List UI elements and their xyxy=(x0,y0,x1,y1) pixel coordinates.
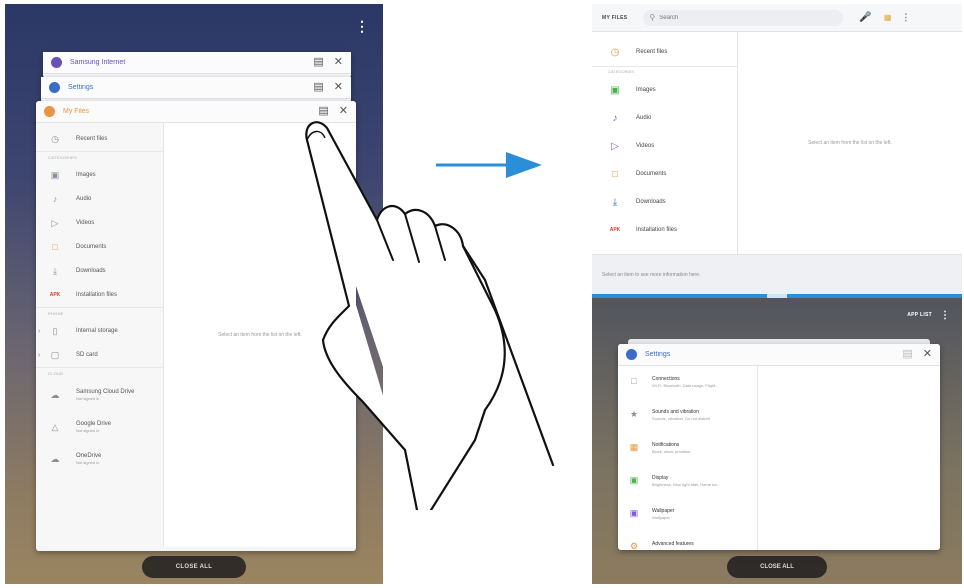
split-screen-view: MY FILES ⚲ 🎤 ▦ ⋮ ◷Recent files CATEGORIE… xyxy=(592,4,962,584)
sidebar-item-internal-storage[interactable]: › ▯ Internal storage xyxy=(36,319,163,343)
recent-card-settings[interactable]: Settings ▤ ✕ □ Connections Wi-Fi, Bluetoot… xyxy=(618,344,940,550)
sidebar-item-audio[interactable]: ♪ Audio xyxy=(592,104,737,132)
settings-item-display[interactable]: ▣ Display Brightness, Blue light filter, H… xyxy=(618,469,757,502)
files-detail-pane: Select an item from the list on the left… xyxy=(738,32,962,254)
search-field[interactable]: ⚲ xyxy=(643,9,844,26)
close-all-button[interactable]: CLOSE ALL xyxy=(727,556,827,578)
close-icon[interactable]: ✕ xyxy=(334,57,343,68)
music-note-icon: ♪ xyxy=(612,112,618,124)
settings-app-icon xyxy=(49,82,60,93)
app-list-button[interactable]: APP LIST xyxy=(907,312,932,318)
clock-icon: ◷ xyxy=(51,133,59,144)
app-name: My Files xyxy=(63,108,90,115)
my-files-app-icon xyxy=(44,106,55,117)
sidebar-item-downloads[interactable]: ⤓ Downloads xyxy=(592,188,737,216)
advanced-features-icon: ⚙ xyxy=(629,541,639,550)
transition-arrow-icon xyxy=(436,152,542,178)
close-all-button[interactable]: CLOSE ALL xyxy=(142,556,246,578)
download-icon: ⤓ xyxy=(612,196,618,208)
sd-card-icon: ▢ xyxy=(50,349,60,360)
image-icon: ▣ xyxy=(50,169,60,180)
settings-detail-pane xyxy=(758,366,940,550)
recent-card-samsung-internet[interactable]: Samsung Internet ▤ ✕ xyxy=(43,52,351,78)
close-icon[interactable]: ✕ xyxy=(334,82,343,93)
more-options-icon[interactable]: ⋮ xyxy=(355,18,369,35)
search-icon: ⚲ xyxy=(649,13,656,22)
apk-icon: APK xyxy=(609,227,621,233)
document-icon: □ xyxy=(52,242,58,252)
document-icon: □ xyxy=(611,168,619,180)
settings-list: □ Connections Wi-Fi, Bluetooth, Data usage… xyxy=(618,366,758,550)
grid-view-icon[interactable]: ▦ xyxy=(884,13,892,22)
sidebar-item-documents[interactable]: □ Documents xyxy=(36,235,163,259)
sidebar-item-recent[interactable]: ◷ Recent files xyxy=(592,38,737,66)
settings-app-icon xyxy=(626,349,637,360)
app-name: Settings xyxy=(68,84,94,91)
more-options-icon[interactable]: ⋮ xyxy=(940,310,950,321)
sidebar-item-samsung-cloud[interactable]: ☁ Samsung Cloud Drive Not signed in xyxy=(36,379,163,411)
download-icon: ⤓ xyxy=(53,265,57,276)
settings-item-wallpaper[interactable]: ▣ Wallpaper Wallpaper xyxy=(618,502,757,535)
section-label: CLOUD xyxy=(36,367,163,379)
split-screen-icon[interactable]: ▤ xyxy=(313,57,323,68)
sound-icon: ★ xyxy=(629,409,639,419)
settings-item-connections[interactable]: □ Connections Wi-Fi, Bluetooth, Data usage… xyxy=(618,370,757,403)
image-icon: ▣ xyxy=(610,84,620,96)
settings-item-notifications[interactable]: ▦ Notifications Block, allow, prioritise xyxy=(618,436,757,469)
settings-item-advanced[interactable]: ⚙ Advanced features xyxy=(618,535,757,550)
video-icon: ▷ xyxy=(611,140,619,152)
apk-icon: APK xyxy=(49,292,61,298)
info-hint: Select an item to see more information h… xyxy=(592,254,962,294)
sidebar-item-images[interactable]: ▣ Images xyxy=(36,163,163,187)
app-name: Settings xyxy=(645,351,671,358)
my-files-toolbar: MY FILES ⚲ 🎤 ▦ ⋮ xyxy=(592,4,962,32)
empty-message: Select an item from the list on the left… xyxy=(808,140,892,146)
settings-item-sounds[interactable]: ★ Sounds and vibration Sounds, vibration, … xyxy=(618,403,757,436)
cloud-icon: ☁ xyxy=(50,389,60,400)
samsung-internet-icon xyxy=(51,57,62,68)
page-title: MY FILES xyxy=(602,14,628,21)
my-files-window: MY FILES ⚲ 🎤 ▦ ⋮ ◷Recent files CATEGORIE… xyxy=(592,4,962,294)
notifications-icon: ▦ xyxy=(629,442,639,452)
sidebar-item-audio[interactable]: ♪ Audio xyxy=(36,187,163,211)
files-sidebar: ◷ Recent files CATEGORIES ▣ Images ♪ Audio … xyxy=(36,123,164,547)
search-input[interactable] xyxy=(659,14,810,21)
video-icon: ▷ xyxy=(51,217,59,228)
divider-handle[interactable] xyxy=(767,294,787,298)
clock-icon: ◷ xyxy=(610,46,620,58)
app-name: Samsung Internet xyxy=(70,59,126,66)
google-drive-icon: △ xyxy=(51,421,59,432)
connections-icon: □ xyxy=(631,376,637,386)
wallpaper-icon: ▣ xyxy=(629,508,639,518)
music-note-icon: ♪ xyxy=(52,194,58,204)
onedrive-icon: ☁ xyxy=(50,453,60,464)
sidebar-item-installation-files[interactable]: APK Installation files xyxy=(36,283,163,307)
section-label: PHONE xyxy=(36,307,163,319)
recent-card-settings[interactable]: Settings ▤ ✕ xyxy=(41,77,351,103)
microphone-icon[interactable]: 🎤 xyxy=(859,12,871,23)
sidebar-item-google-drive[interactable]: △ Google Drive Not signed in xyxy=(36,411,163,443)
section-label: CATEGORIES xyxy=(592,66,737,76)
chevron-right-icon[interactable]: › xyxy=(38,328,40,335)
more-options-icon[interactable]: ⋮ xyxy=(901,12,910,23)
sidebar-item-recent[interactable]: ◷ Recent files xyxy=(36,127,163,151)
sidebar-item-sd-card[interactable]: › ▢ SD card xyxy=(36,343,163,367)
chevron-right-icon[interactable]: › xyxy=(38,352,40,359)
sidebar-item-videos[interactable]: ▷ Videos xyxy=(592,132,737,160)
section-label: CATEGORIES xyxy=(36,151,163,163)
sidebar-item-videos[interactable]: ▷ Videos xyxy=(36,211,163,235)
display-icon: ▣ xyxy=(629,475,639,485)
sidebar-item-onedrive[interactable]: ☁ OneDrive Not signed in xyxy=(36,443,163,475)
split-screen-icon[interactable]: ▤ xyxy=(902,349,912,360)
split-screen-icon[interactable]: ▤ xyxy=(313,82,323,93)
sidebar-item-installation-files[interactable]: APK Installation files xyxy=(592,216,737,244)
phone-icon: ▯ xyxy=(52,325,58,336)
sidebar-item-documents[interactable]: □ Documents xyxy=(592,160,737,188)
sidebar-item-images[interactable]: ▣ Images xyxy=(592,76,737,104)
sidebar-item-downloads[interactable]: ⤓ Downloads xyxy=(36,259,163,283)
close-icon[interactable]: ✕ xyxy=(923,349,932,360)
files-sidebar: ◷ Recent files CATEGORIES ▣ Images ♪ Audio … xyxy=(592,32,738,254)
